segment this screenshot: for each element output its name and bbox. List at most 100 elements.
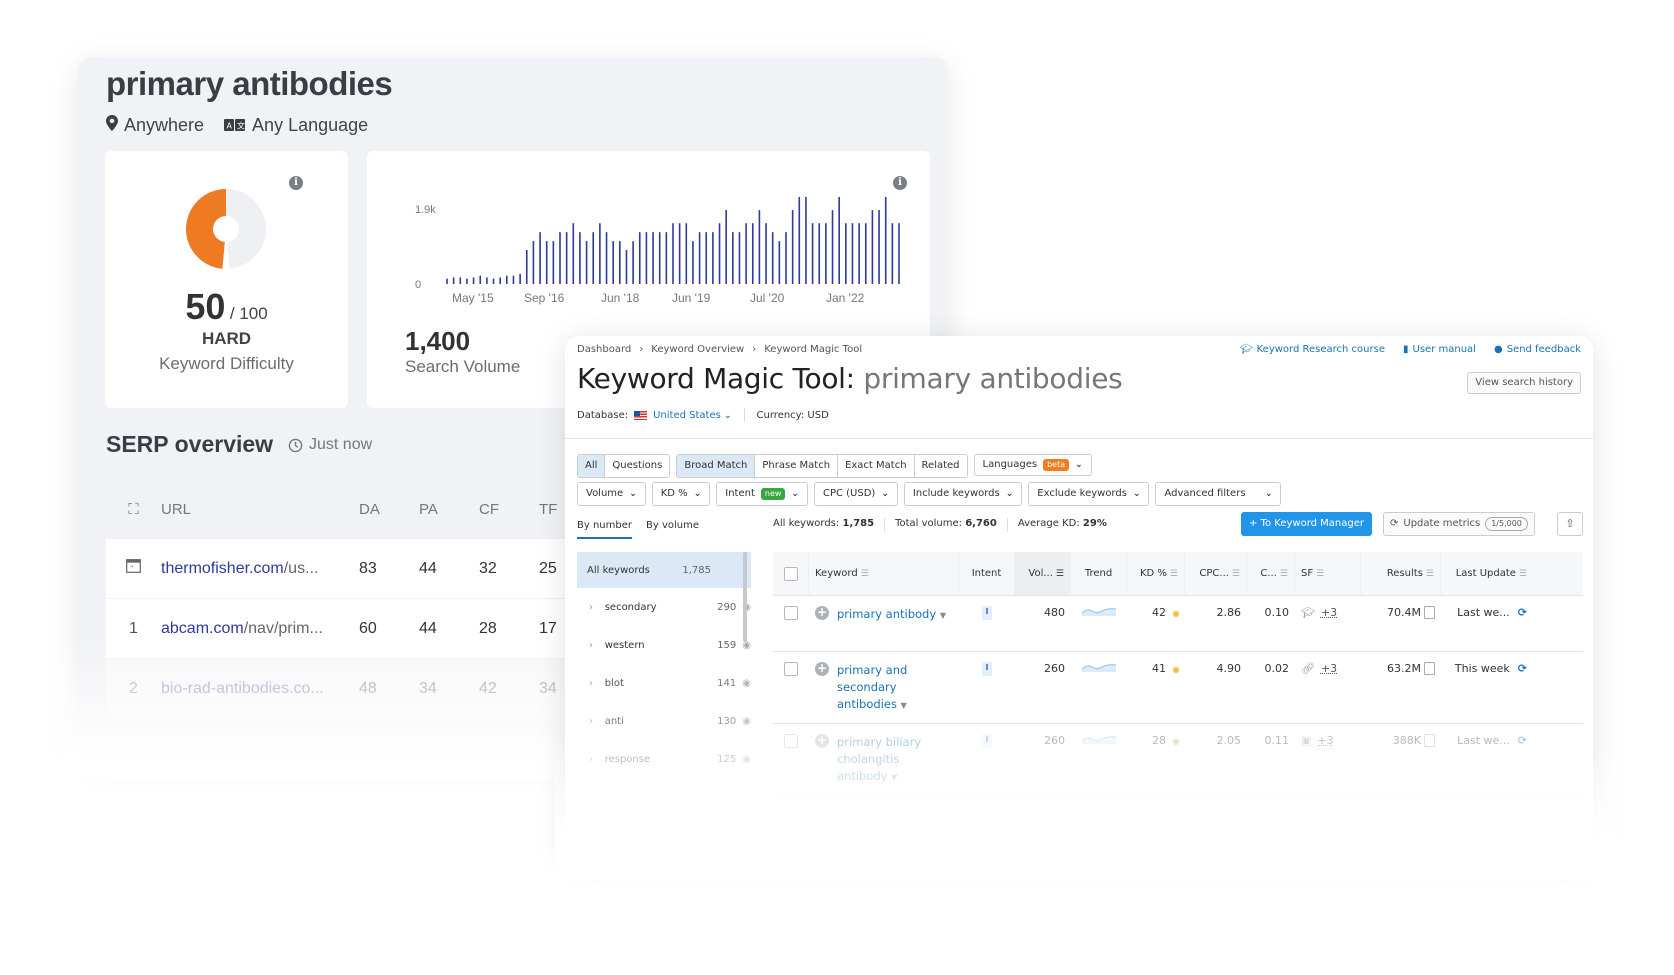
- manual-link[interactable]: ▮ User manual: [1403, 344, 1476, 355]
- col-competition[interactable]: C... ☰: [1247, 552, 1295, 595]
- breadcrumb-keyword-overview[interactable]: Keyword Overview: [651, 344, 744, 355]
- select-all-checkbox[interactable]: [773, 552, 809, 595]
- link-icon: 🔗︎: [1301, 662, 1315, 675]
- keyword-difficulty-card: i 50 / 100 HARD Keyword Difficulty: [105, 151, 348, 408]
- tab-by-volume[interactable]: By volume: [646, 520, 699, 539]
- kd-filter[interactable]: KD % ⌄: [651, 482, 711, 506]
- document-icon[interactable]: [1424, 662, 1435, 675]
- update-metrics-button[interactable]: ⟳ Update metrics 1/5,000: [1383, 512, 1535, 536]
- divider: [743, 408, 745, 422]
- col-results[interactable]: Results ☰: [1361, 552, 1441, 595]
- col-cf[interactable]: CF: [479, 501, 539, 518]
- col-keyword[interactable]: Keyword ☰: [809, 552, 959, 595]
- database-selector-row: Database: United States ⌄ Currency: USD: [577, 408, 829, 422]
- svg-text:”: ”: [130, 565, 134, 573]
- seed-keyword: primary antibodies: [863, 362, 1123, 395]
- serp-position: 1: [129, 619, 138, 637]
- competition-value: 0.02: [1264, 662, 1290, 675]
- breadcrumb-dashboard[interactable]: Dashboard: [577, 344, 631, 355]
- eye-icon[interactable]: ◉: [742, 716, 751, 727]
- refresh-icon[interactable]: ⟳: [1518, 606, 1527, 651]
- view-search-history-button[interactable]: View search history: [1467, 372, 1581, 394]
- serp-features-more[interactable]: +3: [1321, 662, 1337, 723]
- quota-badge: 1/5,000: [1485, 517, 1528, 531]
- beta-badge: beta: [1043, 459, 1070, 471]
- col-serp-features[interactable]: SF ☰: [1295, 552, 1361, 595]
- book-icon: ▮: [1403, 344, 1409, 355]
- include-keywords-filter[interactable]: Include keywords ⌄: [903, 482, 1023, 506]
- page-title: Keyword Magic Tool: primary antibodies: [577, 362, 1123, 395]
- difficulty-level: HARD: [201, 329, 252, 348]
- serp-features-more[interactable]: +3: [1321, 606, 1337, 651]
- exclude-keywords-filter[interactable]: Exclude keywords ⌄: [1028, 482, 1150, 506]
- groups-scrollbar[interactable]: [743, 552, 747, 642]
- caret-down-icon: ▼: [939, 611, 946, 620]
- expand-icon[interactable]: ⛶: [106, 501, 161, 518]
- document-icon[interactable]: [1424, 606, 1435, 619]
- difficulty-max: / 100: [229, 304, 268, 323]
- database-dropdown[interactable]: United States ⌄: [653, 410, 731, 421]
- sort-icon: ☰: [1425, 568, 1434, 579]
- advanced-filters[interactable]: Advanced filters ⌄: [1155, 482, 1282, 506]
- tab-all[interactable]: All: [578, 455, 606, 477]
- row-checkbox[interactable]: [773, 662, 809, 723]
- serp-url[interactable]: abcam.com/nav/prim...: [161, 620, 359, 638]
- group-item[interactable]: › anti 130 ◉: [577, 702, 751, 740]
- volume-value: 260: [1044, 662, 1065, 675]
- col-last-update[interactable]: Last Update ☰: [1441, 552, 1533, 595]
- volume-filter[interactable]: Volume ⌄: [577, 482, 646, 506]
- results-value: 70.4M: [1387, 606, 1421, 619]
- tab-by-number[interactable]: By number: [577, 520, 632, 539]
- to-keyword-manager-button[interactable]: + To Keyword Manager: [1241, 512, 1373, 536]
- x-tick-label: Jun '19: [672, 291, 711, 305]
- trend-sparkline: [1071, 662, 1127, 723]
- col-kd[interactable]: KD % ☰: [1127, 552, 1185, 595]
- tab-phrase-match[interactable]: Phrase Match: [755, 455, 839, 477]
- serp-time-text: Just now: [309, 436, 373, 453]
- sparkline-icon: [1082, 608, 1116, 616]
- tab-exact-match[interactable]: Exact Match: [838, 455, 915, 477]
- tab-related[interactable]: Related: [914, 455, 967, 477]
- course-link[interactable]: 🎓︎ Keyword Research course: [1240, 344, 1385, 355]
- col-url[interactable]: URL: [161, 501, 359, 518]
- cpc-value: 2.86: [1216, 606, 1242, 619]
- match-type-tabs: All Questions Broad Match Phrase Match E…: [577, 454, 1092, 478]
- add-keyword-icon[interactable]: +: [815, 662, 829, 676]
- keyword-link[interactable]: primary and secondary antibodies ▼: [837, 662, 953, 723]
- chevron-down-icon: ⌄: [693, 489, 702, 499]
- trend-sparkline: [1071, 606, 1127, 651]
- col-volume[interactable]: Vol... ☰: [1015, 552, 1071, 595]
- feedback-link[interactable]: ● Send feedback: [1494, 344, 1581, 355]
- group-item[interactable]: › western 159 ◉: [577, 626, 751, 664]
- col-pa[interactable]: PA: [419, 501, 479, 518]
- tab-broad-match[interactable]: Broad Match: [677, 455, 756, 477]
- eye-icon[interactable]: ◉: [742, 678, 751, 689]
- intent-filter[interactable]: Intent new ⌄: [716, 482, 808, 506]
- add-keyword-icon[interactable]: +: [815, 606, 829, 620]
- group-all-keywords[interactable]: All keywords 1,785: [577, 552, 751, 588]
- chevron-down-icon: ⌄: [791, 489, 799, 499]
- serp-cf: 32: [479, 559, 497, 577]
- col-trend: Trend: [1071, 552, 1127, 595]
- sort-icon: ☰: [860, 568, 869, 579]
- refresh-icon: ⟳: [1390, 518, 1399, 529]
- sort-icon: ☰: [1279, 568, 1288, 579]
- volume-trend-chart: 1.9k 0 May '15 Sep '16 Jun '18 Jun '19 Jul '20…: [415, 197, 900, 305]
- group-item[interactable]: › blot 141 ◉: [577, 664, 751, 702]
- group-item[interactable]: ›secondary290◉: [577, 588, 751, 626]
- serp-url[interactable]: thermofisher.com/us...: [161, 560, 359, 578]
- col-intent[interactable]: Intent: [959, 552, 1015, 595]
- chevron-right-icon: ›: [639, 344, 644, 355]
- tool-name: Keyword Magic Tool:: [577, 362, 855, 395]
- tab-questions[interactable]: Questions: [605, 455, 670, 477]
- breadcrumb-keyword-magic-tool: Keyword Magic Tool: [764, 344, 863, 355]
- export-button[interactable]: ⇧: [1557, 512, 1583, 536]
- row-checkbox[interactable]: [773, 606, 809, 651]
- refresh-icon[interactable]: ⟳: [1518, 662, 1527, 723]
- col-cpc[interactable]: CPC... ☰: [1185, 552, 1247, 595]
- col-da[interactable]: DA: [359, 501, 419, 518]
- languages-dropdown[interactable]: Languages beta ⌄: [973, 454, 1092, 476]
- keyword-link[interactable]: primary antibody ▼: [837, 606, 946, 651]
- cpc-filter[interactable]: CPC (USD) ⌄: [813, 482, 898, 506]
- x-tick-label: Jun '18: [601, 291, 640, 305]
